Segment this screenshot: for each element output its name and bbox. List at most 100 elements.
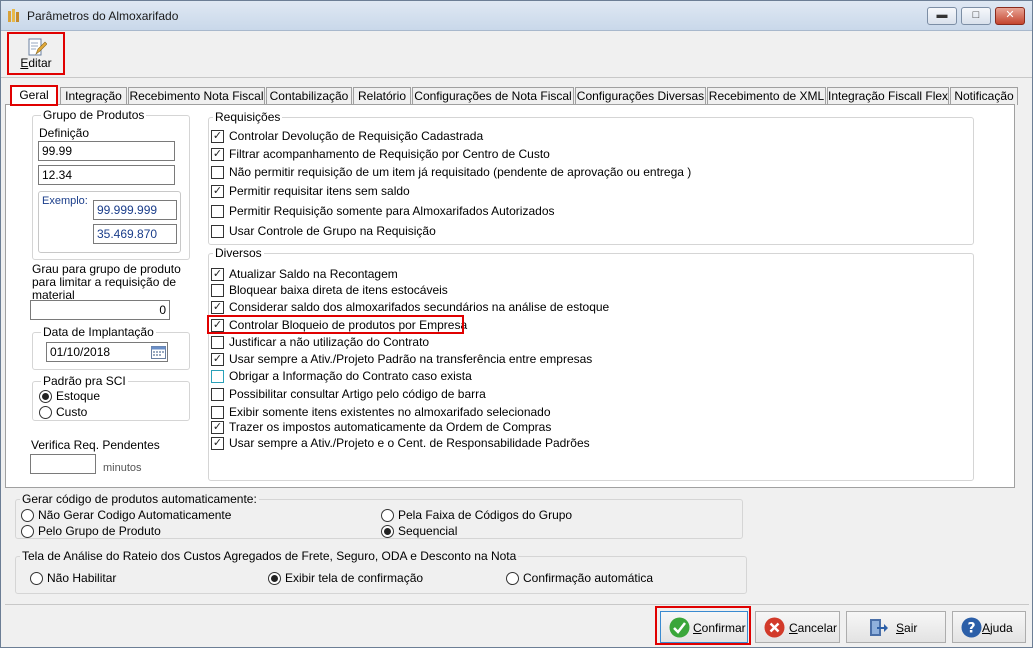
diversos-group: Diversos ✓ Atualizar Saldo na Recontagem… <box>207 246 974 481</box>
gerar-codigo-group: Gerar código de produtos automaticamente… <box>15 492 743 539</box>
checkbox[interactable] <box>211 205 224 218</box>
checkbox[interactable]: ✓ <box>211 130 224 143</box>
padrao-sci-group: Padrão pra SCI Estoque Custo <box>32 374 190 421</box>
grau-field[interactable]: 0 <box>30 300 170 320</box>
radio-sequencial-label: Sequencial <box>398 524 458 538</box>
diversos-title: Diversos <box>213 246 264 260</box>
checkbox[interactable]: ✓ <box>211 421 224 434</box>
tab-contabilizacao[interactable]: Contabilização <box>266 87 352 105</box>
definicao-field-1[interactable]: 99.99 <box>38 141 175 161</box>
sair-label: Sair <box>896 621 918 635</box>
exemplo-label: Exemplo: <box>42 195 88 207</box>
radio-custo-label: Custo <box>56 405 88 419</box>
rateio-group: Tela de Análise do Rateio dos Custos Agr… <box>15 549 747 594</box>
checkbox[interactable] <box>211 284 224 297</box>
tab-configuracoes-diversas[interactable]: Configurações Diversas <box>575 87 706 105</box>
checkbox[interactable] <box>211 225 224 238</box>
tab-strip: Geral Integração Recebimento Nota Fiscal… <box>5 85 1029 106</box>
radio-nao-habilitar-label: Não Habilitar <box>47 571 117 585</box>
grau-label: Grau para grupo de produto para limitar … <box>32 262 181 302</box>
chk-label: Atualizar Saldo na Recontagem <box>229 267 398 281</box>
data-implantacao-group: Data de Implantação 01/10/2018 <box>32 325 190 370</box>
data-implantacao-field[interactable]: 01/10/2018 <box>46 342 168 362</box>
radio-estoque-label: Estoque <box>56 389 101 403</box>
chk-label: Bloquear baixa direta de itens estocávei… <box>229 283 448 297</box>
toolbar: Editar <box>1 32 1032 78</box>
sair-button[interactable]: Sair <box>846 611 946 643</box>
svg-text:?: ? <box>967 621 975 637</box>
checkbox[interactable] <box>211 370 224 383</box>
verifica-field[interactable] <box>30 454 96 474</box>
tab-notificacao[interactable]: Notificação <box>950 87 1018 105</box>
radio-sequencial-circle[interactable] <box>381 525 394 538</box>
checkbox[interactable] <box>211 406 224 419</box>
parametros-window: Parâmetros do Almoxarifado ▬ □ ✕ Editar … <box>0 0 1033 648</box>
radio-grupo-produto-circle[interactable] <box>21 525 34 538</box>
checkbox[interactable]: ✓ <box>211 268 224 281</box>
radio-nao-habilitar-circle[interactable] <box>30 572 43 585</box>
radio-faixa-codigos-circle[interactable] <box>381 509 394 522</box>
grupo-produtos-title: Grupo de Produtos <box>41 108 147 122</box>
ajuda-label: Ajuda <box>982 621 1013 635</box>
exemplo-field-2: 35.469.870 <box>93 224 177 244</box>
rateio-title: Tela de Análise do Rateio dos Custos Agr… <box>20 549 519 563</box>
tab-relatorio[interactable]: Relatório <box>353 87 411 105</box>
radio-faixa-codigos-label: Pela Faixa de Códigos do Grupo <box>398 508 573 522</box>
radio-custo-circle[interactable] <box>39 406 52 419</box>
padrao-sci-title: Padrão pra SCI <box>41 374 128 388</box>
edit-button[interactable]: Editar <box>7 32 65 75</box>
exemplo-group: Exemplo: 99.999.999 35.469.870 <box>38 191 181 253</box>
tab-recebimento-xml[interactable]: Recebimento de XML <box>707 87 826 105</box>
checkbox[interactable]: ✓ <box>211 185 224 198</box>
tab-integracao-fiscall-flex[interactable]: Integração Fiscall Flex <box>827 87 949 105</box>
tab-geral[interactable]: Geral <box>10 85 58 106</box>
radio-nao-gerar-circle[interactable] <box>21 509 34 522</box>
chk-label: Exibir somente itens existentes no almox… <box>229 405 551 419</box>
ajuda-button[interactable]: ? Ajuda <box>952 611 1026 643</box>
checkbox[interactable]: ✓ <box>211 301 224 314</box>
highlight-confirmar <box>655 606 751 645</box>
radio-nao-gerar-label: Não Gerar Codigo Automaticamente <box>38 508 232 522</box>
chk-label: Justificar a não utilização do Contrato <box>229 335 430 349</box>
separator <box>5 604 1029 605</box>
chk-label: Considerar saldo dos almoxarifados secun… <box>229 300 610 314</box>
app-icon <box>8 9 19 22</box>
data-implantacao-title: Data de Implantação <box>41 325 156 339</box>
grupo-produtos-group: Grupo de Produtos Definição 99.99 12.34 … <box>32 108 190 260</box>
tab-panel-geral: Grupo de Produtos Definição 99.99 12.34 … <box>5 104 1015 488</box>
radio-confirmacao-automatica-label: Confirmação automática <box>523 571 654 585</box>
radio-estoque-circle[interactable] <box>39 390 52 403</box>
checkbox[interactable] <box>211 388 224 401</box>
exemplo-field-1: 99.999.999 <box>93 200 177 220</box>
chk-label: Permitir Requisição somente para Almoxar… <box>229 204 555 218</box>
chk-label: Permitir requisitar itens sem saldo <box>229 184 410 198</box>
radio-grupo-produto-label: Pelo Grupo de Produto <box>38 524 161 538</box>
tab-configuracoes-nota-fiscal[interactable]: Configurações de Nota Fiscal <box>412 87 574 105</box>
checkbox[interactable] <box>211 336 224 349</box>
radio-confirmacao-automatica-circle[interactable] <box>506 572 519 585</box>
chk-label: Possibilitar consultar Artigo pelo códig… <box>229 387 486 401</box>
close-window-button[interactable]: ✕ <box>995 7 1025 25</box>
cancelar-label: Cancelar <box>789 621 838 635</box>
tab-integracao[interactable]: Integração <box>60 87 127 105</box>
edit-icon <box>28 38 47 56</box>
tab-recebimento-nota-fiscal[interactable]: Recebimento Nota Fiscal <box>128 87 265 105</box>
title-bar[interactable]: Parâmetros do Almoxarifado ▬ □ ✕ <box>1 1 1032 31</box>
chk-label: Usar sempre a Ativ./Projeto Padrão na tr… <box>229 352 593 366</box>
window-title: Parâmetros do Almoxarifado <box>27 9 179 23</box>
exit-door-icon <box>870 619 888 636</box>
radio-exibir-confirmacao-circle[interactable] <box>268 572 281 585</box>
definicao-label: Definição <box>39 126 90 140</box>
checkbox[interactable]: ✓ <box>211 148 224 161</box>
minimize-button[interactable]: ▬ <box>927 7 957 25</box>
checkbox[interactable] <box>211 166 224 179</box>
chk-label: Controlar Devolução de Requisição Cadast… <box>229 129 484 143</box>
calendar-icon[interactable] <box>151 345 166 359</box>
edit-label: Editar <box>20 56 52 70</box>
checkbox[interactable]: ✓ <box>211 353 224 366</box>
checkbox[interactable]: ✓ <box>211 437 224 450</box>
requisicoes-title: Requisições <box>213 110 283 124</box>
cancelar-button[interactable]: Cancelar <box>755 611 840 643</box>
definicao-field-2[interactable]: 12.34 <box>38 165 175 185</box>
maximize-button[interactable]: □ <box>961 7 991 25</box>
